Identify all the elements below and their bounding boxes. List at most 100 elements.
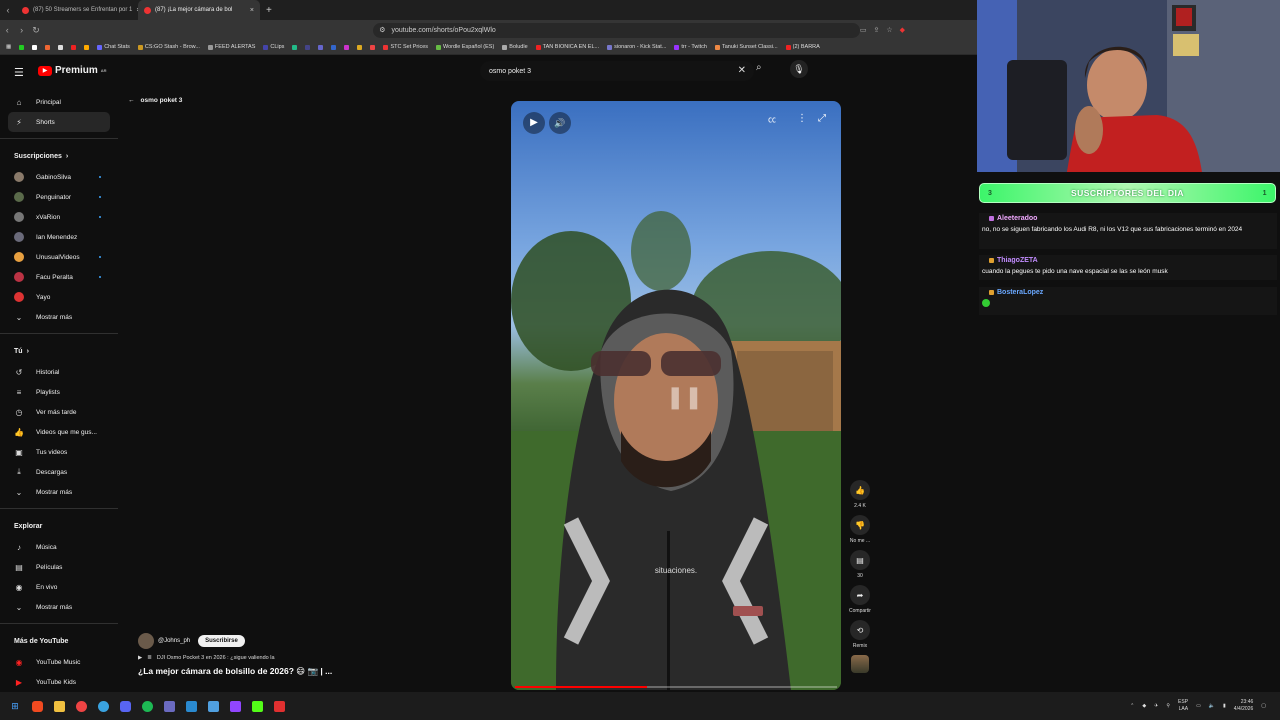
progress-bar[interactable] [515,686,837,688]
sidebar-item-liked[interactable]: 👍 Videos que me gus... [0,422,118,442]
notification-icon[interactable]: ▢ [1261,703,1266,709]
tray-app-icon[interactable]: ✈ [1154,703,1158,709]
install-app-icon[interactable]: ▭ [860,26,867,34]
share-icon[interactable]: ⇪ [873,26,879,34]
bookmark-item[interactable] [357,44,363,50]
youtube-logo[interactable]: ▶ Premium AR [38,65,107,76]
bookmark-item[interactable] [318,44,324,50]
sidebar-item-principal[interactable]: ⌂ Principal [0,92,118,112]
tray-app-icon[interactable]: ⚲ [1166,703,1170,709]
url-field[interactable]: ⚙ youtube.com/shorts/oPou2xqlWlo [373,22,860,38]
bookmark-item[interactable] [32,44,38,50]
telegram-icon[interactable] [92,695,114,717]
bookmark-item[interactable] [292,44,298,50]
bookmark-item[interactable] [58,44,64,50]
clock[interactable]: 23:46 4/4/2026 [1234,699,1253,713]
bookmark-item[interactable] [71,44,77,50]
bookmark-item[interactable] [344,44,350,50]
bookmark-item[interactable]: Tanuki Sunset Classi... [714,44,778,50]
sidebar-item-historial[interactable]: ↺ Historial [0,362,118,382]
bookmark-item[interactable]: CLips [263,44,284,50]
bookmark-item[interactable]: Boludle [502,44,528,50]
bookmark-item[interactable]: CS:GO Stash - Brow... [137,44,200,50]
show-more-you[interactable]: ⌄ Mostrar más [0,482,118,502]
app-icon[interactable] [180,695,202,717]
video-title[interactable]: ¿La mejor cámara de bolsillo de 2026? 😄 … [138,666,468,677]
bookmark-item[interactable]: sionaron - Kick Stat... [607,44,666,50]
app-icon[interactable] [268,695,290,717]
show-more-subscriptions[interactable]: ⌄ Mostrar más [0,307,118,327]
sidebar-subscription[interactable]: Penguinator [0,187,118,207]
channel-avatar[interactable] [138,633,154,649]
microphone-icon[interactable]: 🎙 [790,60,808,78]
sidebar-subscription[interactable]: xVaRion [0,207,118,227]
reload-icon[interactable]: ↻ [29,25,43,36]
chrome-icon[interactable] [70,695,92,717]
volume-icon[interactable]: 🔊 [549,112,571,134]
sidebar-subscription[interactable]: Yayo [0,287,118,307]
extension-icon[interactable]: ◆ [900,26,905,34]
battery-icon[interactable]: ▮ [1223,703,1226,709]
sidebar-item-music[interactable]: ♪ Música [0,537,118,557]
sidebar-subscription[interactable]: Facu Peralta [0,267,118,287]
bookmark-item[interactable] [19,44,25,50]
bookmark-item[interactable]: STC Set Prices [383,44,428,50]
discord-icon[interactable] [114,695,136,717]
spotify-icon[interactable] [136,695,158,717]
sidebar-subscription[interactable]: UnusualVideos [0,247,118,267]
bookmark-item[interactable]: trr - Twitch [674,44,707,50]
remix-button[interactable]: ⟲ Remix [846,620,874,649]
subscribe-button[interactable]: Suscribirse [198,635,245,647]
app-icon[interactable] [202,695,224,717]
sound-thumbnail[interactable] [851,655,869,673]
volume-tray-icon[interactable]: 🔈 [1209,703,1215,709]
new-tab-icon[interactable]: + [260,5,278,16]
clear-search-icon[interactable]: ✕ [738,65,746,76]
close-tab-icon[interactable]: × [250,7,254,14]
sidebar-item-downloads[interactable]: ⤓ Descargas [0,462,118,482]
forward-arrow-icon[interactable]: › [14,25,28,35]
fullscreen-icon[interactable]: ⤢ [818,113,826,124]
play-icon[interactable]: ▶ [523,112,545,134]
bookmark-item[interactable]: Chat Stats [97,44,130,50]
bookmark-star-icon[interactable]: ☆ [886,26,892,34]
subscriptions-header[interactable]: Suscripciones › [0,145,118,167]
shorts-player[interactable]: ▶ 🔊 ㏄ ⋮ ⤢ ❚❚ situaciones. [511,101,841,690]
apps-grid-icon[interactable]: ▦ [6,44,11,50]
bookmark-item[interactable]: Wordle Español (ES) [436,44,494,50]
bookmark-item[interactable] [305,44,311,50]
sidebar-subscription[interactable]: GabinoSilva [0,167,118,187]
site-info-icon[interactable]: ⚙ [379,26,385,34]
sidebar-item-movies[interactable]: ▤ Películas [0,557,118,577]
tab-search-icon[interactable]: ‹ [0,5,16,15]
captions-icon[interactable]: ㏄ [768,114,776,125]
back-to-search-button[interactable]: ← osmo poket 3 [128,97,182,104]
sidebar-item-youtube-music[interactable]: ◉ YouTube Music [0,652,118,672]
bookmark-item[interactable] [370,44,376,50]
file-explorer-icon[interactable] [48,695,70,717]
network-icon[interactable]: ▭ [1196,703,1201,709]
sidebar-item-youtube-kids[interactable]: ▶ YouTube Kids [0,672,118,692]
comments-button[interactable]: ▤ 30 [846,550,874,579]
bookmark-item[interactable]: (2) BARRA [785,44,820,50]
bookmark-item[interactable] [84,44,90,50]
sidebar-item-watch-later[interactable]: ◷ Ver más tarde [0,402,118,422]
kick-icon[interactable] [246,695,268,717]
tray-app-icon[interactable]: ◆ [1142,703,1146,709]
show-more-explore[interactable]: ⌄ Mostrar más [0,597,118,617]
browser-tab-1[interactable]: (87) 50 Streamers se Enfrentan por 1 × [16,0,138,20]
back-arrow-icon[interactable]: ‹ [0,25,14,35]
sidebar-item-your-videos[interactable]: ▣ Tus videos [0,442,118,462]
bookmark-item[interactable]: FEED ALERTAS [207,44,255,50]
sidebar-item-live[interactable]: ◉ En vivo [0,577,118,597]
bookmark-item[interactable] [45,44,51,50]
sidebar-item-shorts[interactable]: ⚡ Shorts [8,112,110,132]
like-button[interactable]: 👍 2.4 K [846,480,874,509]
twitch-icon[interactable] [224,695,246,717]
bookmark-item[interactable]: TAN BIONICA EN EL... [535,44,599,50]
language-indicator[interactable]: ESP LAA [1178,699,1188,713]
share-button[interactable]: ➦ Compartir [846,585,874,614]
search-input[interactable]: osmo poket 3 ✕ [480,61,754,81]
brave-browser-icon[interactable] [26,695,48,717]
sidebar-item-playlists[interactable]: ≡ Playlists [0,382,118,402]
